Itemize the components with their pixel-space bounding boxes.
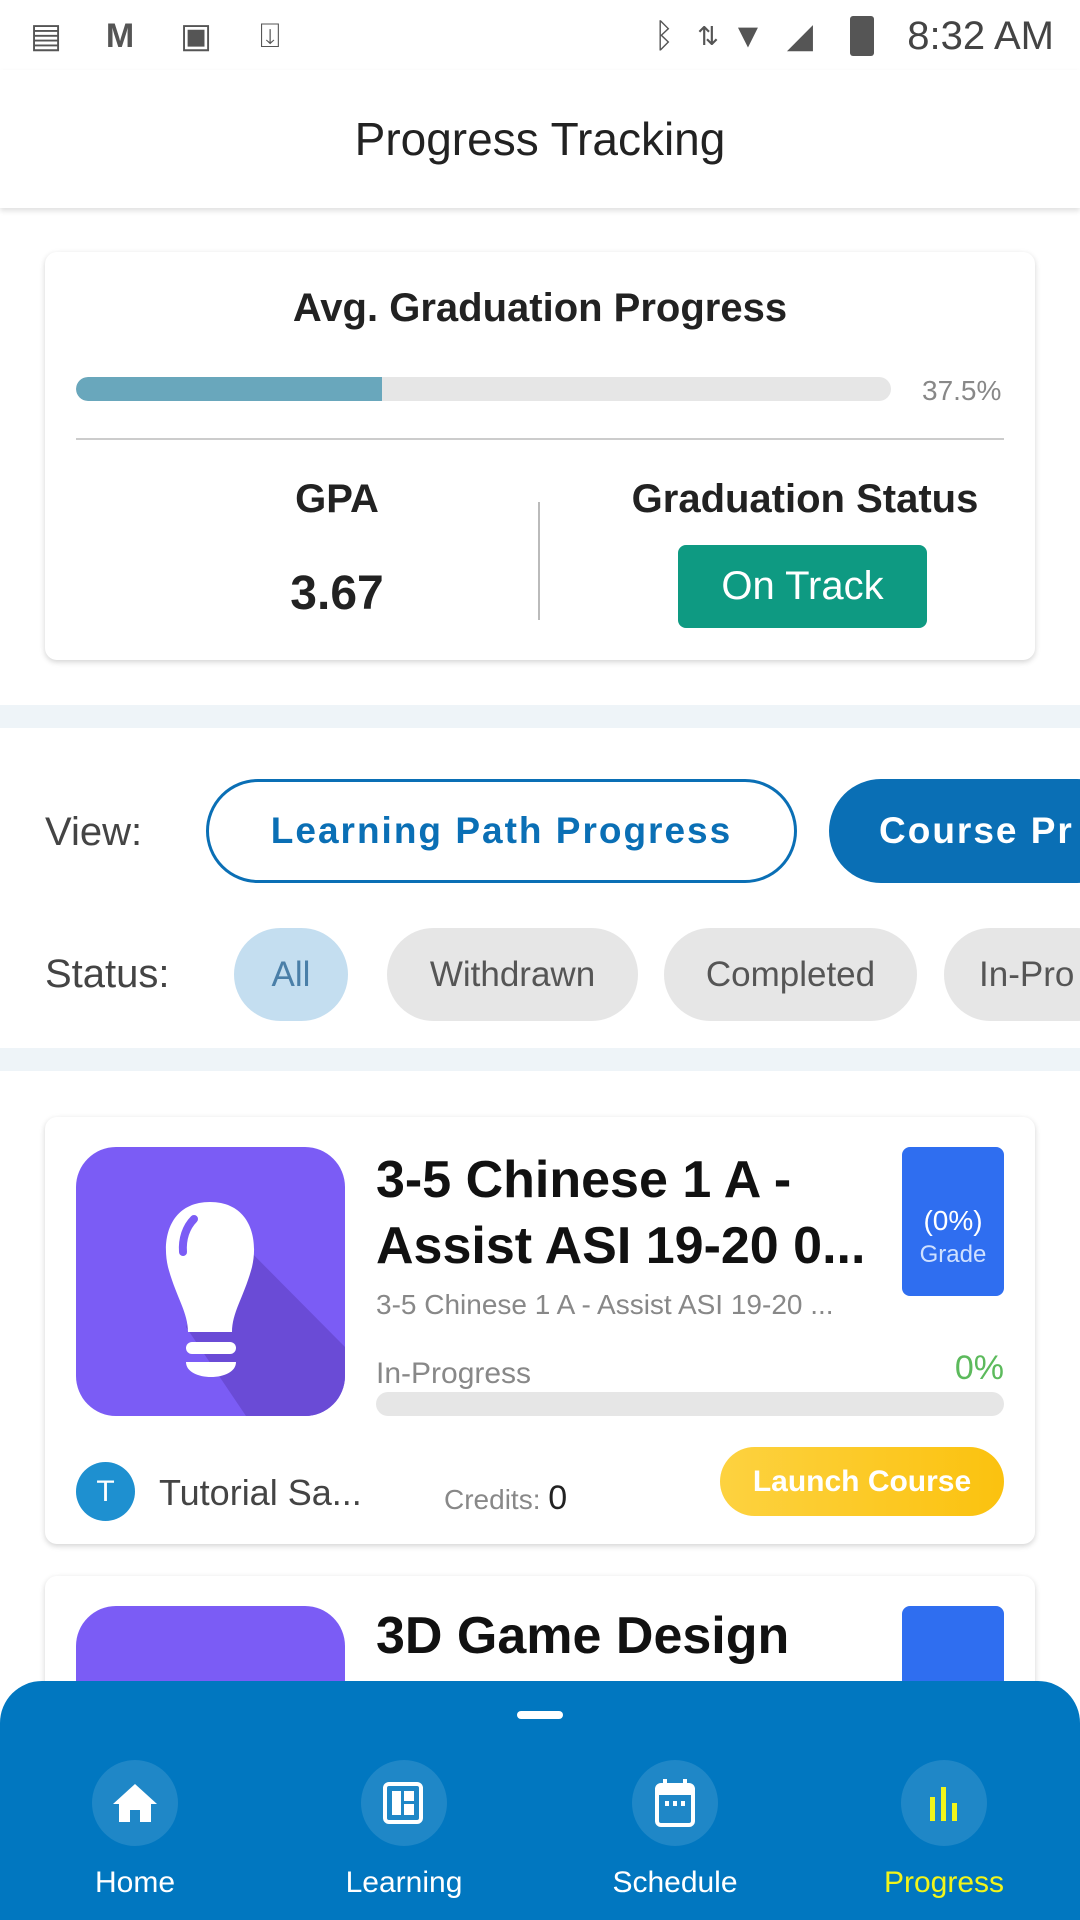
credits-label: Credits: (444, 1484, 541, 1515)
gpa-label: GPA (295, 477, 379, 521)
nav-label: Home (94, 1866, 176, 1899)
course-progress-bar (376, 1392, 1004, 1416)
nav-label: Learning (345, 1866, 463, 1899)
app-header: Progress Tracking (0, 70, 1080, 208)
graduation-progress-fill (76, 377, 382, 401)
section-separator (0, 1048, 1080, 1071)
course-title: 3-5 Chinese 1 A - Assist ASI 19-20 0... (376, 1151, 866, 1275)
graduation-summary-card: Avg. Graduation Progress 37.5% GPA 3.67 … (45, 252, 1035, 660)
summary-title: Avg. Graduation Progress (292, 286, 788, 330)
launch-course-button[interactable]: Launch Course (720, 1447, 1004, 1516)
nav-progress[interactable]: Progress (844, 1760, 1044, 1900)
calendar-icon (632, 1760, 718, 1846)
notes-icon: ▤ (29, 17, 63, 55)
grade-value: (0%) (923, 1205, 983, 1236)
nav-schedule[interactable]: Schedule (575, 1760, 775, 1900)
download-icon: ⍗ (259, 17, 281, 55)
lightbulb-icon (165, 1202, 345, 1416)
instructor-avatar: T (76, 1462, 135, 1521)
course-subtitle: 3-5 Chinese 1 A - Assist ASI 19-20 ... (376, 1289, 834, 1320)
view-course-progress[interactable]: Course Pr (829, 779, 1080, 883)
data-arrows-icon: ⇅ (697, 21, 719, 51)
gpa-value: 3.67 (290, 567, 384, 620)
drag-handle[interactable] (517, 1711, 563, 1719)
bar-chart-icon (901, 1760, 987, 1846)
divider (76, 438, 1004, 440)
status-chip-withdrawn[interactable]: Withdrawn (387, 928, 638, 1021)
course-progress-label: 0% (954, 1349, 1004, 1387)
status-label: Status: (45, 952, 170, 996)
status-chip-all[interactable]: All (234, 928, 348, 1021)
home-icon (92, 1760, 178, 1846)
nav-label: Progress (883, 1866, 1005, 1899)
view-learning-path-progress[interactable]: Learning Path Progress (206, 779, 797, 883)
graduation-status-label: Graduation Status (631, 477, 979, 521)
vertical-divider (538, 502, 540, 620)
bluetooth-icon: ᛒ (653, 17, 675, 55)
status-bar: ▤ M ▣ ⍗ ᛒ ⇅ ▼ ◢ 8:32 AM (0, 0, 1080, 70)
battery-icon (850, 16, 874, 56)
graduation-status-badge: On Track (678, 545, 927, 628)
nav-learning[interactable]: Learning (304, 1760, 504, 1900)
nav-label: Schedule (612, 1866, 738, 1899)
status-chip-completed[interactable]: Completed (664, 928, 917, 1021)
graduation-progress-bar (76, 377, 891, 401)
instructor-name: Tutorial Sa... (159, 1472, 362, 1513)
status-chip-in-progress[interactable]: In-Pro (944, 928, 1080, 1021)
image-icon: ▣ (179, 17, 213, 55)
grade-label: Grade (919, 1241, 987, 1268)
page-title: Progress Tracking (354, 113, 726, 165)
course-status: In-Progress (376, 1357, 532, 1390)
credits-value: 0 (548, 1479, 568, 1517)
credits: Credits: 0 (444, 1479, 567, 1518)
view-label: View: (45, 810, 143, 854)
gmail-icon: M (105, 17, 135, 55)
wifi-icon: ▼ (731, 17, 765, 55)
grade-box: (0%) Grade (902, 1147, 1004, 1296)
graduation-progress-label: 37.5% (922, 375, 1002, 406)
course-card[interactable]: 3-5 Chinese 1 A - Assist ASI 19-20 0... … (45, 1117, 1035, 1544)
clock: 8:32 AM (907, 14, 1054, 58)
nav-home[interactable]: Home (35, 1760, 235, 1900)
course-title: 3D Game Design (376, 1607, 790, 1665)
signal-icon: ◢ (786, 17, 814, 55)
section-separator (0, 705, 1080, 728)
course-icon (76, 1147, 345, 1416)
notebook-icon (361, 1760, 447, 1846)
